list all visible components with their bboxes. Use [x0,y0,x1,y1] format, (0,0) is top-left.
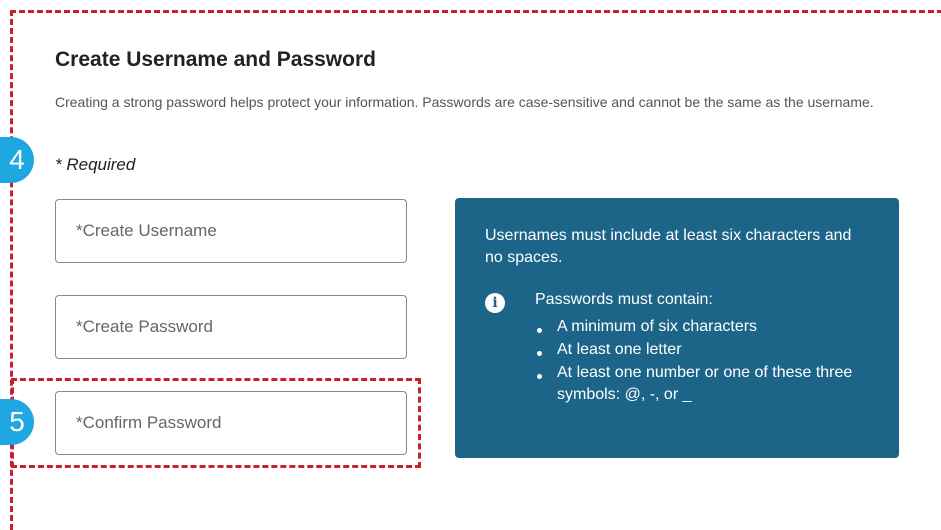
password-rule-item: A minimum of six characters [535,316,855,338]
password-rule-item: At least one number or one of these thre… [535,362,855,406]
create-password-placeholder: *Create Password [76,317,214,336]
create-username-field[interactable]: *Create Username [55,199,407,263]
required-note: * Required [55,155,136,174]
password-rule-item: At least one letter [535,339,855,361]
password-rules-list: A minimum of six characters At least one… [535,316,855,407]
create-username-placeholder: *Create Username [76,221,217,240]
password-rules-heading: Passwords must contain: [535,291,713,308]
annotation-confirm-frame [11,378,421,468]
create-password-field[interactable]: *Create Password [55,295,407,359]
page-title: Create Username and Password [55,48,376,71]
info-icon: i [485,293,505,313]
requirements-panel: Usernames must include at least six char… [455,198,899,458]
username-rule-text: Usernames must include at least six char… [485,227,852,266]
form-description: Creating a strong password helps protect… [55,94,874,110]
